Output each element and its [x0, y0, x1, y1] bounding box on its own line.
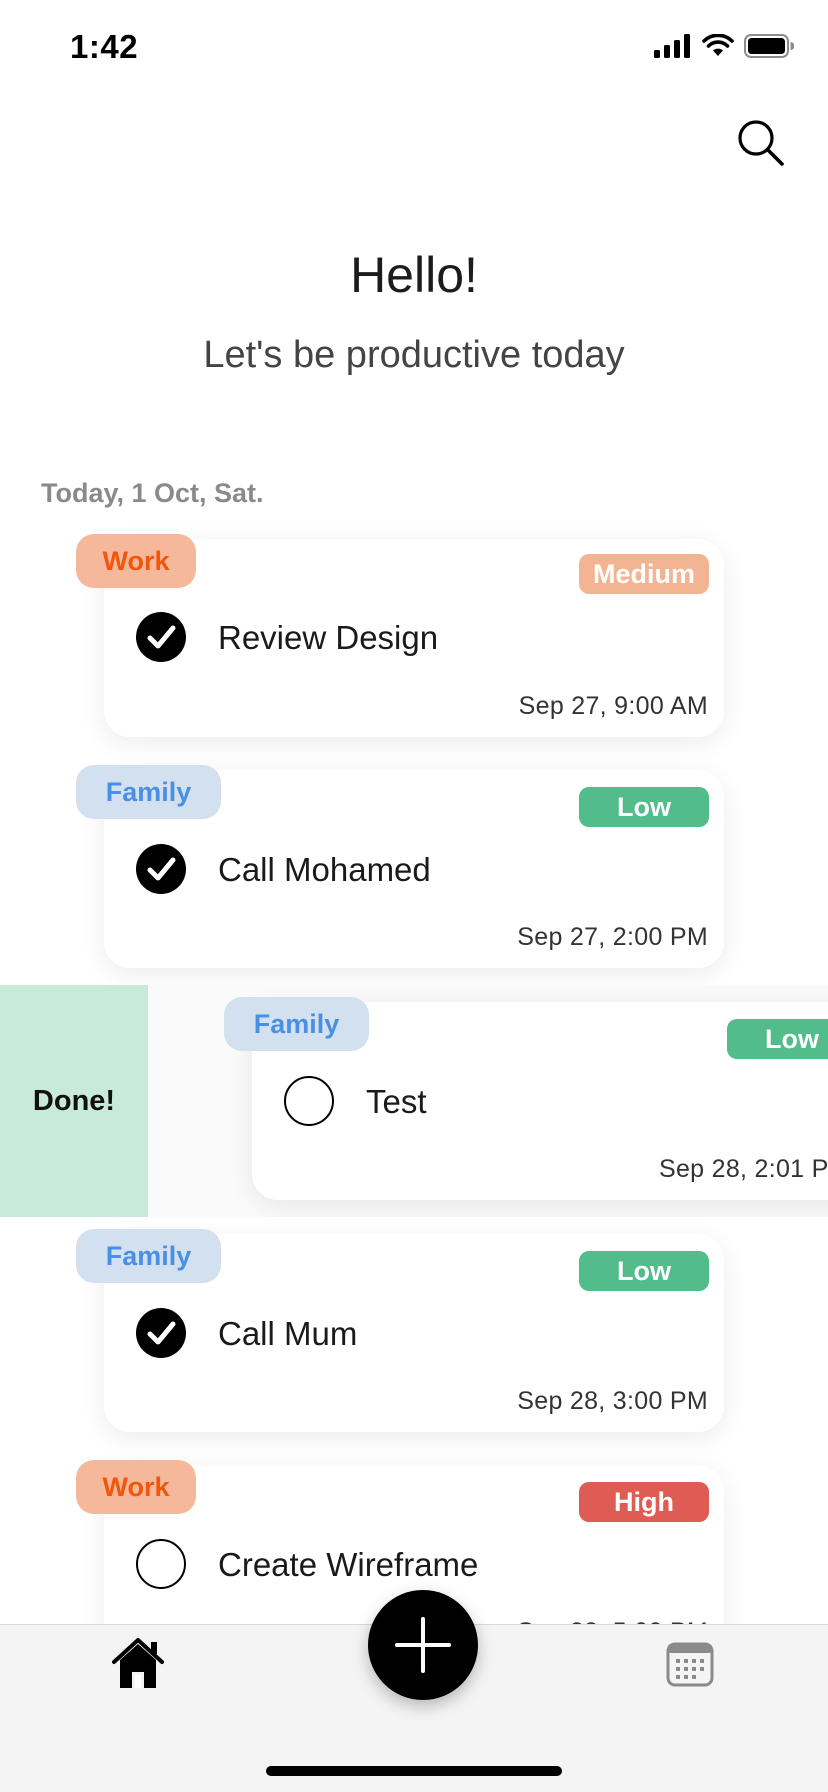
category-tag: Work	[76, 534, 196, 588]
plus-icon	[395, 1617, 451, 1673]
priority-badge: Low	[579, 787, 709, 827]
wifi-icon	[702, 34, 734, 56]
add-task-button[interactable]	[368, 1590, 478, 1700]
calendar-icon	[666, 1642, 714, 1687]
category-tag: Work	[76, 1460, 196, 1514]
calendar-tab[interactable]	[666, 1641, 714, 1687]
task-title: Review Design	[218, 619, 439, 656]
home-icon	[112, 1638, 164, 1688]
check-icon	[147, 1321, 176, 1345]
status-bar: 1:42	[0, 0, 828, 100]
priority-badge: Low	[727, 1019, 828, 1059]
done-swipe-action[interactable]: Done!	[0, 985, 148, 1217]
status-icons	[654, 34, 794, 58]
priority-badge: High	[579, 1482, 709, 1522]
search-button[interactable]	[734, 116, 788, 170]
category-tag: Family	[76, 765, 221, 819]
task-time: Sep 28, 2:01 PM	[659, 1155, 828, 1183]
task-time: Sep 28, 3:00 PM	[517, 1387, 708, 1415]
home-indicator	[266, 1766, 562, 1776]
task-title: Create Wireframe	[218, 1546, 479, 1583]
home-tab[interactable]	[110, 1636, 166, 1690]
check-icon	[147, 857, 176, 881]
status-time: 1:42	[70, 28, 139, 65]
task-checkbox[interactable]	[136, 1308, 186, 1358]
signal-icon	[654, 34, 690, 58]
battery-icon	[744, 34, 794, 58]
priority-badge: Low	[579, 1251, 709, 1291]
task-time: Sep 27, 2:00 PM	[517, 923, 708, 951]
task-checkbox[interactable]	[284, 1076, 334, 1126]
task-checkbox[interactable]	[136, 844, 186, 894]
check-icon	[147, 625, 176, 649]
task-title: Call Mum	[218, 1315, 358, 1352]
category-tag: Family	[224, 997, 369, 1051]
task-card[interactable]: Medium Review Design Sep 27, 9:00 AM	[104, 539, 724, 737]
priority-badge: Medium	[579, 554, 709, 594]
task-title: Test	[366, 1083, 427, 1120]
category-tag: Family	[76, 1229, 221, 1283]
task-checkbox[interactable]	[136, 612, 186, 662]
task-checkbox[interactable]	[136, 1539, 186, 1589]
swipe-row[interactable]: Done! Low Test Sep 28, 2:01 PM Family	[0, 985, 828, 1217]
task-time: Sep 27, 9:00 AM	[518, 692, 708, 720]
page-title: Hello!	[350, 247, 478, 303]
search-icon	[738, 120, 784, 166]
date-heading: Today, 1 Oct, Sat.	[41, 478, 264, 508]
page-subtitle: Let's be productive today	[203, 334, 625, 376]
task-title: Call Mohamed	[218, 851, 431, 888]
